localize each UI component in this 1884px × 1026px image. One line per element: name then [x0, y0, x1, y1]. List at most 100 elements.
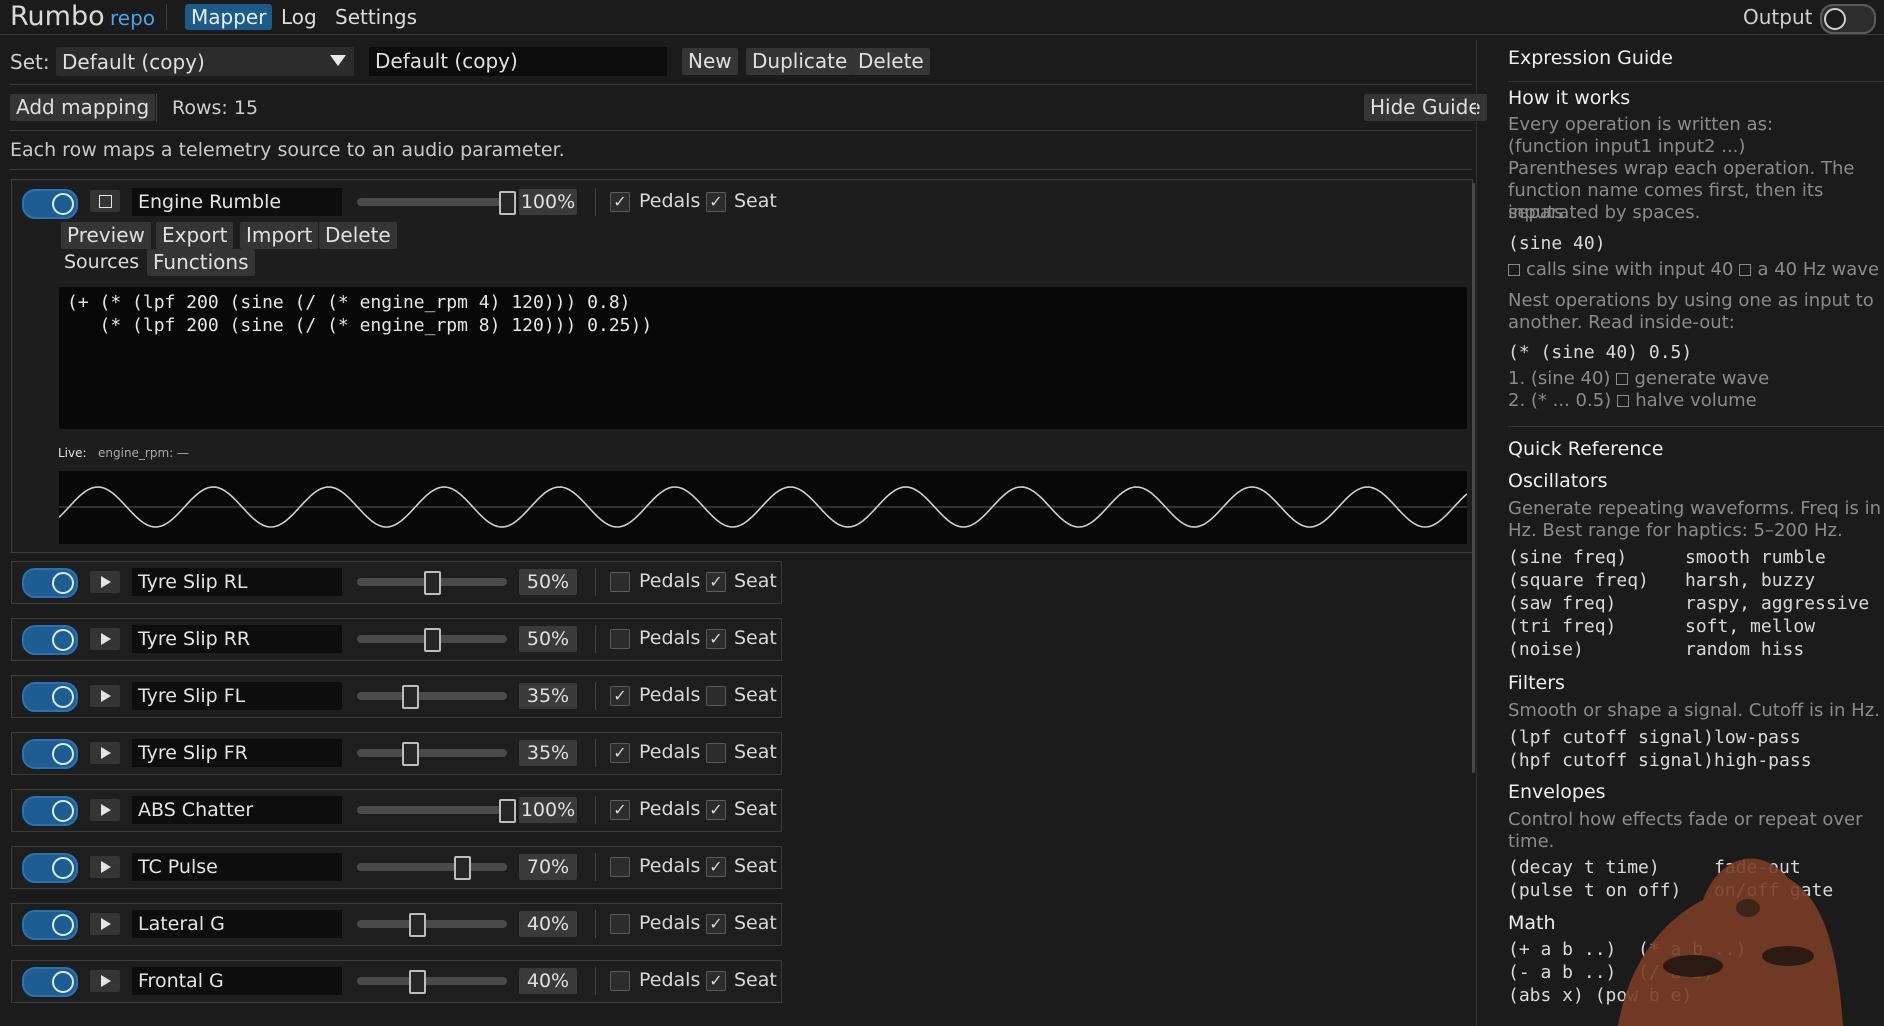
pedals-checkbox[interactable] [610, 572, 630, 592]
pedals-checkbox[interactable] [610, 857, 630, 877]
mapping-name-input[interactable]: TC Pulse [132, 853, 342, 881]
mapping-name-input[interactable]: Tyre Slip FR [132, 739, 342, 767]
repo-link[interactable]: repo [110, 6, 155, 30]
seat-checkbox[interactable]: ✓ [706, 914, 726, 934]
volume-slider[interactable] [357, 799, 516, 823]
mapping-enable-toggle[interactable] [22, 625, 78, 655]
mapping-row-expanded: Engine Rumble 100% ✓ Pedals ✓ Seat Previ… [11, 179, 1473, 553]
tab-mapper[interactable]: Mapper [185, 4, 273, 30]
delete-set-button[interactable]: Delete [852, 48, 930, 75]
slider-handle[interactable] [454, 856, 471, 880]
slider-handle[interactable] [409, 913, 426, 937]
mapping-name-input[interactable]: Lateral G [132, 910, 342, 938]
stop-icon[interactable] [90, 190, 120, 212]
play-icon[interactable] [90, 685, 120, 707]
mapping-name-input[interactable]: Tyre Slip FL [132, 682, 342, 710]
seat-checkbox[interactable] [706, 743, 726, 763]
tab-functions[interactable]: Functions [147, 249, 255, 276]
mapping-enable-toggle[interactable] [22, 739, 78, 769]
volume-slider[interactable] [357, 970, 507, 994]
play-icon[interactable] [90, 571, 120, 593]
volume-slider[interactable] [357, 628, 507, 652]
play-icon[interactable] [90, 628, 120, 650]
mapping-row: Tyre Slip RL 50% Pedals ✓ Seat [11, 561, 782, 604]
mapping-enable-toggle[interactable] [22, 853, 78, 883]
mapping-name-input[interactable]: Engine Rumble [132, 188, 342, 216]
mapping-name-input[interactable]: Tyre Slip RR [132, 625, 342, 653]
set-name-input[interactable]: Default (copy) [369, 47, 667, 76]
mapping-enable-toggle[interactable] [22, 910, 78, 940]
mapping-enable-toggle[interactable] [22, 568, 78, 598]
mapping-name-input[interactable]: ABS Chatter [132, 796, 342, 824]
reference-desc: high-pass [1714, 750, 1812, 771]
expression-line: (+ (* (lpf 200 (sine (/ (* engine_rpm 4)… [67, 292, 631, 313]
mascot-illustration [1618, 858, 1843, 1026]
new-set-button[interactable]: New [682, 48, 738, 75]
slider-handle[interactable] [401, 685, 419, 709]
volume-slider[interactable] [357, 685, 507, 709]
preview-button[interactable]: Preview [61, 222, 151, 249]
volume-slider[interactable] [357, 571, 507, 595]
import-button[interactable]: Import [240, 222, 319, 249]
mapping-enable-toggle[interactable] [22, 967, 78, 997]
pedals-checkbox[interactable]: ✓ [610, 743, 630, 763]
tab-log[interactable]: Log [275, 4, 323, 30]
volume-slider[interactable] [357, 913, 507, 937]
reference-code: (sine freq) [1508, 547, 1628, 568]
seat-checkbox[interactable]: ✓ [706, 192, 726, 212]
toggle-knob [52, 193, 74, 215]
volume-percent: 35% [519, 740, 577, 766]
play-icon[interactable] [90, 799, 120, 821]
divider [10, 84, 1472, 85]
export-button[interactable]: Export [156, 222, 234, 249]
expression-editor[interactable]: (+ (* (lpf 200 (sine (/ (* engine_rpm 4)… [59, 287, 1467, 429]
add-mapping-button[interactable]: Add mapping [10, 94, 156, 121]
seat-checkbox[interactable]: ✓ [706, 971, 726, 991]
pedals-checkbox[interactable]: ✓ [610, 686, 630, 706]
pedals-checkbox[interactable] [610, 914, 630, 934]
volume-slider[interactable] [357, 742, 507, 766]
reference-code: (lpf cutoff signal) [1508, 727, 1714, 748]
mapping-enable-toggle[interactable] [22, 189, 78, 219]
tab-sources[interactable]: Sources [64, 251, 139, 273]
play-icon[interactable] [90, 970, 120, 992]
expression-text: (+ (* (lpf 200 (sine (/ (* engine_rpm 4)… [67, 291, 652, 337]
seat-checkbox[interactable]: ✓ [706, 629, 726, 649]
play-icon[interactable] [90, 913, 120, 935]
slider-handle[interactable] [499, 191, 516, 215]
mapping-name-input[interactable]: Frontal G [132, 967, 342, 995]
volume-slider[interactable] [357, 191, 516, 215]
delete-mapping-button[interactable]: Delete [319, 222, 397, 249]
seat-checkbox[interactable] [706, 686, 726, 706]
slider-handle[interactable] [499, 799, 516, 823]
set-dropdown[interactable]: Default (copy) [56, 47, 354, 76]
mapping-enable-toggle[interactable] [22, 796, 78, 826]
duplicate-set-button[interactable]: Duplicate [746, 48, 854, 75]
mapping-name-input[interactable]: Tyre Slip RL [132, 568, 342, 596]
scrollbar[interactable] [1472, 183, 1475, 773]
tab-settings[interactable]: Settings [329, 4, 423, 30]
mapping-enable-toggle[interactable] [22, 682, 78, 712]
seat-checkbox[interactable]: ✓ [706, 800, 726, 820]
pedals-checkbox[interactable] [610, 971, 630, 991]
volume-percent: 40% [519, 911, 577, 937]
slider-handle[interactable] [424, 571, 441, 595]
play-icon[interactable] [90, 742, 120, 764]
guide-note: calls sine with input 40 a 40 Hz wave [1508, 259, 1879, 281]
play-icon[interactable] [90, 856, 120, 878]
reference-item: (sine freq) smooth rumble [1508, 546, 1869, 569]
seat-checkbox[interactable]: ✓ [706, 857, 726, 877]
volume-slider[interactable] [357, 856, 507, 880]
slider-handle[interactable] [401, 742, 419, 766]
pedals-checkbox[interactable]: ✓ [610, 192, 630, 212]
slider-handle[interactable] [424, 628, 441, 652]
output-toggle[interactable] [1820, 4, 1876, 34]
pedals-checkbox[interactable] [610, 629, 630, 649]
guide-code-example: (sine 40) [1508, 233, 1606, 254]
seat-checkbox[interactable]: ✓ [706, 572, 726, 592]
pedals-checkbox[interactable]: ✓ [610, 800, 630, 820]
seat-label: Seat [734, 912, 777, 934]
slider-handle[interactable] [409, 970, 426, 994]
oscillator-list: (sine freq) smooth rumble (square freq) har… [1508, 546, 1869, 661]
hide-guide-button[interactable]: Hide Guide [1364, 94, 1487, 121]
